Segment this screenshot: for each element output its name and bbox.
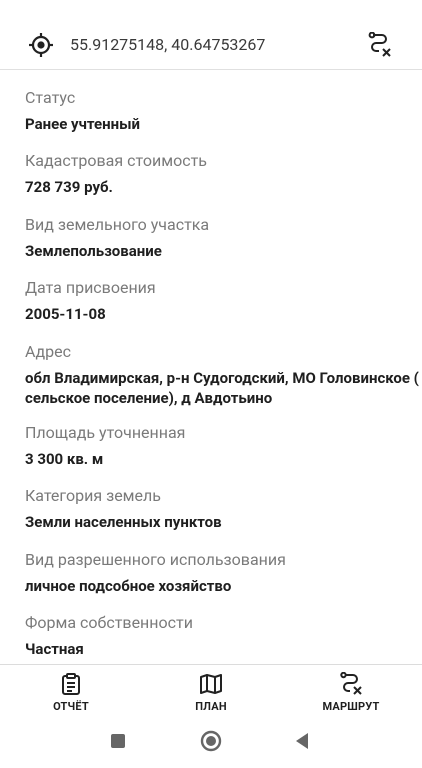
bottom-navigation: ОТЧЁТ ПЛАН МАРШРУТ xyxy=(0,664,422,720)
field-value: 728 739 руб. xyxy=(25,178,113,196)
home-icon[interactable] xyxy=(200,730,222,752)
field-label: Вид земельного участка xyxy=(25,215,210,234)
field-label: Кадастровая стоимость xyxy=(25,151,207,170)
system-navigation-bar xyxy=(0,720,422,768)
field-value: 2005-11-08 xyxy=(25,305,106,323)
field-label: Статус xyxy=(25,88,76,107)
recent-apps-icon[interactable] xyxy=(110,733,126,749)
clipboard-icon xyxy=(62,673,80,695)
map-icon xyxy=(200,674,222,694)
field-cadastral-value: Кадастровая стоимость 728 739 руб. xyxy=(25,151,420,197)
field-value: 3 300 кв. м xyxy=(25,450,104,468)
route-cancel-icon xyxy=(340,672,362,695)
field-permitted-use: Вид разрешенного использования личное по… xyxy=(25,550,420,596)
field-value: Ранее учтенный xyxy=(25,115,141,133)
field-value: Землепользование xyxy=(25,242,162,260)
field-plot-type: Вид земельного участка Землепользование xyxy=(25,215,420,261)
field-label: Дата присвоения xyxy=(25,278,156,297)
nav-plan-label: ПЛАН xyxy=(195,700,227,713)
nav-route-label: МАРШРУТ xyxy=(322,700,380,713)
field-value: Частная xyxy=(25,640,84,658)
nav-route-button[interactable]: МАРШРУТ xyxy=(301,665,401,721)
field-land-category: Категория земель Земли населенных пункто… xyxy=(25,486,420,532)
nav-plan-button[interactable]: ПЛАН xyxy=(161,665,261,721)
location-target-icon[interactable] xyxy=(28,32,54,58)
field-assignment-date: Дата присвоения 2005-11-08 xyxy=(25,278,420,324)
nav-report-label: ОТЧЁТ xyxy=(53,700,89,713)
field-value: Земли населенных пунктов xyxy=(25,513,222,531)
field-area: Площадь уточненная 3 300 кв. м xyxy=(25,423,420,469)
field-value: обл Владимирская, р-н Судогодский, МО Го… xyxy=(25,369,419,407)
nav-report-button[interactable]: ОТЧЁТ xyxy=(21,665,121,721)
coordinates-bar: 55.91275148, 40.64753267 xyxy=(0,0,422,70)
field-label: Площадь уточненная xyxy=(25,423,186,442)
field-value: личное подсобное хозяйство xyxy=(25,577,232,595)
field-status: Статус Ранее учтенный xyxy=(25,88,420,134)
field-address: Адрес обл Владимирская, р-н Судогодский,… xyxy=(25,342,420,408)
coordinates-text: 55.91275148, 40.64753267 xyxy=(70,35,266,54)
field-label: Категория земель xyxy=(25,486,161,505)
field-label: Форма собственности xyxy=(25,613,193,632)
field-label: Вид разрешенного использования xyxy=(25,550,286,569)
route-cancel-icon[interactable] xyxy=(367,32,393,58)
field-label: Адрес xyxy=(25,342,71,361)
field-ownership-form: Форма собственности Частная xyxy=(25,613,420,659)
back-icon[interactable] xyxy=(294,732,310,750)
